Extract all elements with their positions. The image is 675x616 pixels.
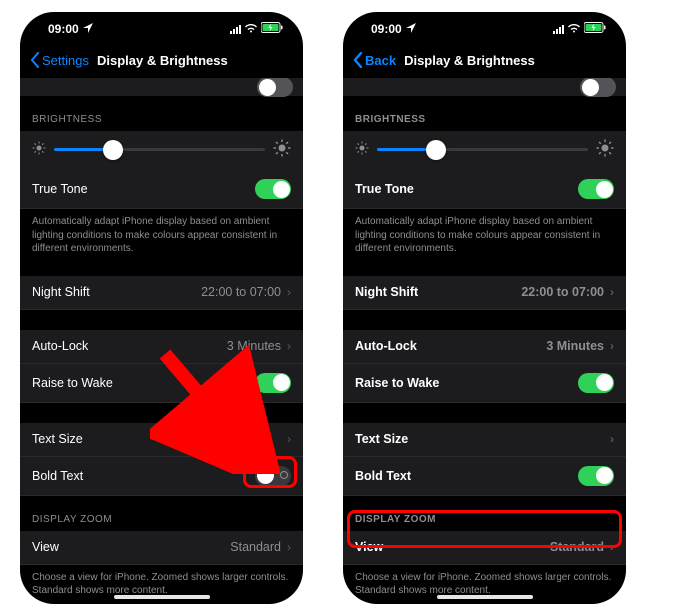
auto-lock-value: 3 Minutes bbox=[546, 339, 604, 353]
chevron-left-icon bbox=[353, 52, 363, 68]
back-label: Back bbox=[365, 53, 396, 68]
cutoff-toggle[interactable] bbox=[257, 78, 293, 97]
brightness-slider[interactable] bbox=[377, 148, 588, 151]
location-icon bbox=[406, 22, 416, 36]
view-value: Standard bbox=[230, 540, 281, 554]
night-shift-value: 22:00 to 07:00 bbox=[201, 285, 281, 299]
brightness-slider[interactable] bbox=[54, 148, 265, 151]
chevron-right-icon: › bbox=[287, 285, 291, 299]
brightness-header: BRIGHTNESS bbox=[343, 96, 626, 131]
view-label: View bbox=[355, 540, 383, 554]
night-shift-row[interactable]: Night Shift 22:00 to 07:00 › bbox=[20, 276, 303, 310]
text-size-row[interactable]: Text Size › bbox=[343, 423, 626, 457]
signal-icon bbox=[230, 24, 241, 34]
true-tone-label: True Tone bbox=[355, 182, 414, 196]
raise-to-wake-toggle[interactable] bbox=[578, 373, 614, 393]
chevron-right-icon: › bbox=[287, 540, 291, 554]
battery-icon bbox=[261, 22, 283, 36]
text-size-label: Text Size bbox=[355, 432, 408, 446]
zoom-desc: Choose a view for iPhone. Zoomed shows l… bbox=[343, 565, 626, 598]
sun-large-icon bbox=[273, 139, 291, 160]
view-label: View bbox=[32, 540, 59, 554]
status-time: 09:00 bbox=[371, 22, 402, 36]
true-tone-row: True Tone bbox=[343, 170, 626, 209]
night-shift-row[interactable]: Night Shift 22:00 to 07:00 › bbox=[343, 276, 626, 310]
sun-small-icon bbox=[355, 141, 369, 158]
left-phone-frame: 09:00 Settings Display & Brightness BRIG… bbox=[20, 12, 303, 604]
back-button[interactable]: Back bbox=[353, 52, 396, 68]
chevron-right-icon: › bbox=[287, 339, 291, 353]
back-label: Settings bbox=[42, 53, 89, 68]
text-size-label: Text Size bbox=[32, 432, 83, 446]
status-bar: 09:00 bbox=[20, 12, 303, 42]
cutoff-toggle[interactable] bbox=[580, 78, 616, 97]
night-shift-label: Night Shift bbox=[32, 285, 90, 299]
true-tone-desc: Automatically adapt iPhone display based… bbox=[343, 209, 626, 256]
right-phone-frame: 09:00 Back Display & Brightness BRIGHTNE… bbox=[343, 12, 626, 604]
status-bar: 09:00 bbox=[343, 12, 626, 42]
chevron-left-icon bbox=[30, 52, 40, 68]
sun-large-icon bbox=[596, 139, 614, 160]
chevron-right-icon: › bbox=[610, 540, 614, 554]
back-button[interactable]: Settings bbox=[30, 52, 89, 68]
chevron-right-icon: › bbox=[287, 432, 291, 446]
page-title: Display & Brightness bbox=[404, 53, 535, 68]
auto-lock-row[interactable]: Auto-Lock 3 Minutes › bbox=[20, 330, 303, 364]
night-shift-label: Night Shift bbox=[355, 285, 418, 299]
raise-to-wake-toggle[interactable] bbox=[255, 373, 291, 393]
chevron-right-icon: › bbox=[610, 432, 614, 446]
bold-text-row: Bold Text bbox=[343, 457, 626, 496]
signal-icon bbox=[553, 24, 564, 34]
brightness-slider-row bbox=[20, 131, 303, 170]
bold-text-row: Bold Text bbox=[20, 457, 303, 496]
bold-text-toggle[interactable] bbox=[578, 466, 614, 486]
view-value: Standard bbox=[550, 540, 604, 554]
brightness-slider-row bbox=[343, 131, 626, 170]
raise-to-wake-label: Raise to Wake bbox=[32, 376, 113, 390]
display-zoom-header: DISPLAY ZOOM bbox=[343, 496, 626, 531]
true-tone-label: True Tone bbox=[32, 182, 88, 196]
wifi-icon bbox=[244, 22, 258, 36]
text-size-row[interactable]: Text Size › bbox=[20, 423, 303, 457]
nav-bar: Back Display & Brightness bbox=[343, 42, 626, 78]
chevron-right-icon: › bbox=[610, 339, 614, 353]
chevron-right-icon: › bbox=[610, 285, 614, 299]
auto-lock-row[interactable]: Auto-Lock 3 Minutes › bbox=[343, 330, 626, 364]
brightness-header: BRIGHTNESS bbox=[20, 96, 303, 131]
raise-to-wake-row: Raise to Wake bbox=[20, 364, 303, 403]
home-indicator[interactable] bbox=[437, 595, 533, 599]
true-tone-desc: Automatically adapt iPhone display based… bbox=[20, 209, 303, 256]
true-tone-toggle[interactable] bbox=[255, 179, 291, 199]
wifi-icon bbox=[567, 22, 581, 36]
auto-lock-label: Auto-Lock bbox=[355, 339, 417, 353]
auto-lock-label: Auto-Lock bbox=[32, 339, 88, 353]
display-zoom-header: DISPLAY ZOOM bbox=[20, 496, 303, 531]
nav-bar: Settings Display & Brightness bbox=[20, 42, 303, 78]
raise-to-wake-label: Raise to Wake bbox=[355, 376, 439, 390]
location-icon bbox=[83, 22, 93, 36]
bold-text-label: Bold Text bbox=[355, 469, 411, 483]
sun-small-icon bbox=[32, 141, 46, 158]
true-tone-toggle[interactable] bbox=[578, 179, 614, 199]
true-tone-row: True Tone bbox=[20, 170, 303, 209]
auto-lock-value: 3 Minutes bbox=[227, 339, 281, 353]
zoom-desc: Choose a view for iPhone. Zoomed shows l… bbox=[20, 565, 303, 598]
view-row[interactable]: View Standard › bbox=[343, 531, 626, 565]
status-time: 09:00 bbox=[48, 22, 79, 36]
bold-text-toggle[interactable] bbox=[255, 466, 291, 486]
raise-to-wake-row: Raise to Wake bbox=[343, 364, 626, 403]
page-title: Display & Brightness bbox=[97, 53, 228, 68]
night-shift-value: 22:00 to 07:00 bbox=[521, 285, 604, 299]
bold-text-label: Bold Text bbox=[32, 469, 83, 483]
battery-icon bbox=[584, 22, 606, 36]
home-indicator[interactable] bbox=[114, 595, 210, 599]
view-row[interactable]: View Standard › bbox=[20, 531, 303, 565]
